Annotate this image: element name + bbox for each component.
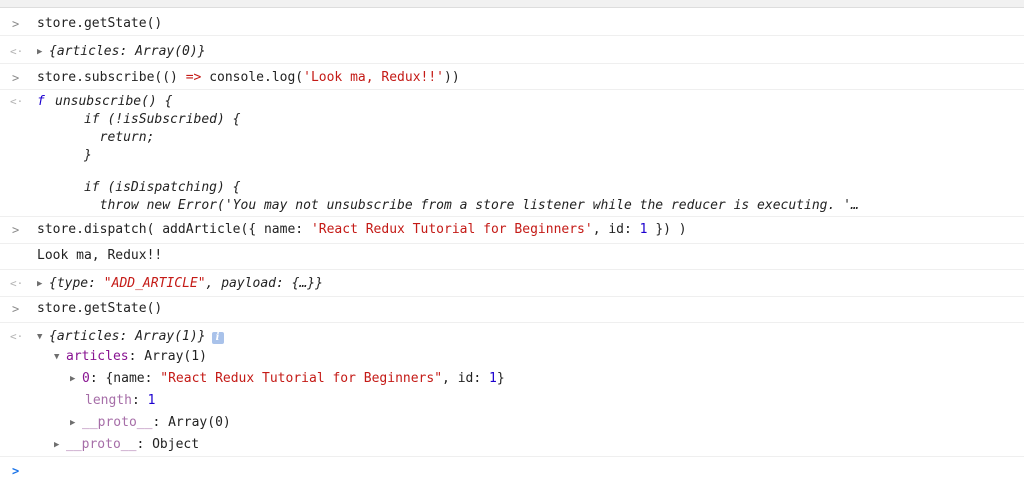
console-input-text: store.dispatch( addArticle({ name: 'Reac… — [37, 222, 687, 237]
input-prompt-icon: > — [12, 71, 20, 85]
expand-arrow-icon[interactable]: ▶ — [37, 43, 49, 61]
console-result-row: <· f unsubscribe() { if (!isSubscribed) … — [0, 90, 1024, 217]
tree-node-item-0[interactable]: ▶ 0: {name: "React Redux Tutorial for Beg… — [70, 370, 505, 388]
console-input-row: > store.getState() — [0, 297, 1024, 323]
expand-arrow-icon[interactable]: ▶ — [37, 275, 49, 293]
result-object[interactable]: ▶ {articles: Array(0)} — [37, 43, 206, 61]
function-source-line: if (!isSubscribed) { — [37, 112, 241, 127]
collapse-arrow-icon[interactable]: ▼ — [54, 348, 66, 366]
input-prompt-icon: > — [12, 302, 20, 316]
function-keyword: f — [37, 94, 45, 109]
console-prompt-line[interactable]: > — [0, 457, 1024, 496]
function-source-line: if (isDispatching) { — [37, 180, 241, 195]
console-top-border — [0, 0, 1024, 8]
info-icon[interactable]: i — [211, 332, 224, 344]
console-input-text: store.subscribe(() => console.log('Look … — [37, 70, 460, 85]
result-arrow-icon: <· — [10, 95, 24, 108]
expand-arrow-icon[interactable]: ▶ — [54, 436, 66, 454]
console-input-row: > store.dispatch( addArticle({ name: 'Re… — [0, 217, 1024, 244]
active-prompt-icon: > — [12, 464, 20, 478]
input-prompt-icon: > — [12, 223, 20, 237]
function-source-line: } — [37, 148, 92, 163]
result-object[interactable]: ▶ {type: "ADD_ARTICLE", payload: {…}} — [37, 275, 323, 293]
collapse-arrow-icon[interactable]: ▼ — [37, 328, 49, 346]
expand-arrow-icon[interactable]: ▶ — [70, 414, 82, 432]
input-prompt-icon: > — [12, 17, 20, 31]
console-result-row: <· ▼ {articles: Array(1)} i ▼ articles: Arr… — [0, 323, 1024, 457]
console-input-text: store.getState() — [37, 16, 163, 31]
console-input-row: > store.subscribe(() => console.log('Loo… — [0, 64, 1024, 90]
tree-node-articles[interactable]: ▼ articles: Array(1) — [54, 348, 207, 366]
console-input-row: > store.getState() — [0, 8, 1024, 36]
result-arrow-icon: <· — [10, 45, 24, 58]
tree-node-proto-array[interactable]: ▶ __proto__: Array(0) — [70, 414, 231, 432]
function-source-line: return; — [37, 130, 155, 145]
console-log-row: Look ma, Redux!! — [0, 244, 1024, 270]
expand-arrow-icon[interactable]: ▶ — [70, 370, 82, 388]
console-input-text: store.getState() — [37, 301, 163, 316]
tree-node-length: length: 1 — [85, 393, 156, 408]
log-message: Look ma, Redux!! — [37, 248, 163, 263]
console-result-row: <· ▶ {type: "ADD_ARTICLE", payload: {…}} — [0, 270, 1024, 297]
result-arrow-icon: <· — [10, 330, 24, 343]
function-source-line[interactable]: unsubscribe() { — [55, 93, 172, 111]
result-object[interactable]: ▼ {articles: Array(1)} i — [37, 328, 224, 346]
tree-node-proto-object[interactable]: ▶ __proto__: Object — [54, 436, 199, 454]
console-result-row: <· ▶ {articles: Array(0)} — [0, 36, 1024, 64]
function-source-line: throw new Error('You may not unsubscribe… — [37, 198, 859, 213]
result-arrow-icon: <· — [10, 277, 24, 290]
